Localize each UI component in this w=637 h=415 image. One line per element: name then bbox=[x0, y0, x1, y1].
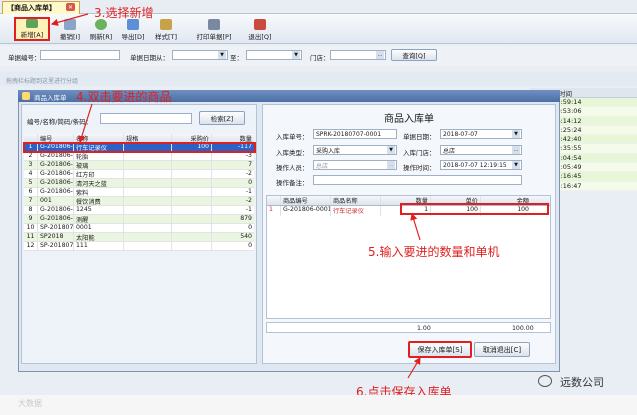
arrow-step4 bbox=[78, 103, 93, 144]
annotation-arrows bbox=[50, 13, 421, 379]
watermark-right: 远数公司 bbox=[560, 376, 604, 389]
bottom-bar bbox=[0, 395, 637, 415]
wechat-icon bbox=[538, 375, 552, 387]
arrow-step5 bbox=[410, 212, 421, 241]
annotation-step4: 4.双击要进的商品 bbox=[76, 90, 172, 104]
annotation-step3: 3.选择新增 bbox=[94, 6, 154, 20]
arrow-step3 bbox=[50, 13, 89, 26]
arrow-step6 bbox=[407, 356, 421, 379]
annotation-step5: 5.输入要进的数量和单机 bbox=[368, 245, 500, 259]
watermark-left: 大数据 bbox=[18, 399, 42, 408]
